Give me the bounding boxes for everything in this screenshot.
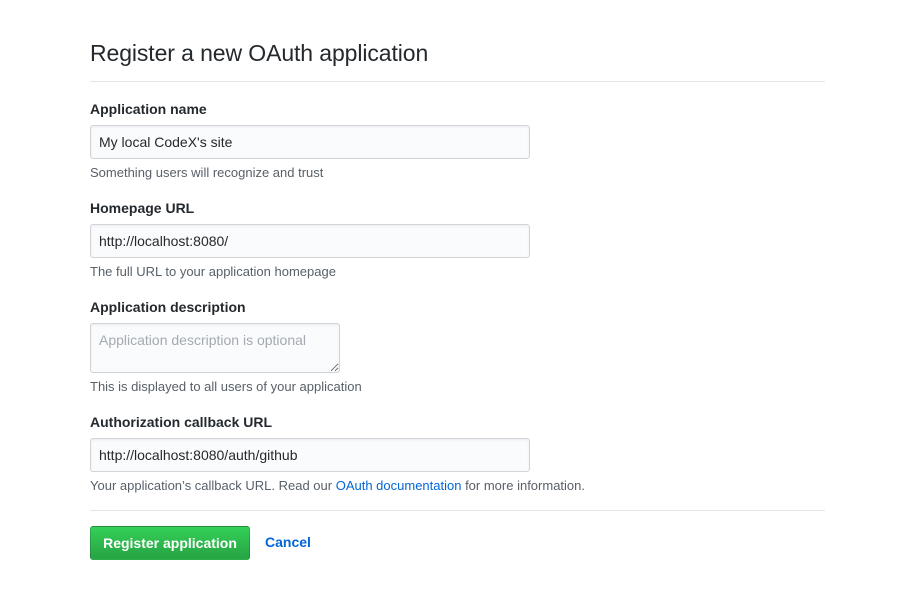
app-description-textarea[interactable] [90,323,340,373]
app-description-note: This is displayed to all users of your a… [90,379,362,394]
cancel-link[interactable]: Cancel [265,534,311,550]
callback-url-note: Your application’s callback URL. Read ou… [90,478,585,493]
homepage-url-note: The full URL to your application homepag… [90,264,336,279]
actions-divider [90,510,825,511]
homepage-url-label: Homepage URL [90,200,195,216]
app-name-label: Application name [90,101,207,117]
callback-url-label: Authorization callback URL [90,414,273,430]
page-title: Register a new OAuth application [90,40,429,66]
callback-url-input[interactable] [90,438,530,472]
register-application-button[interactable]: Register application [90,526,250,560]
callback-note-suffix: for more information. [461,478,585,493]
callback-note-prefix: Your application’s callback URL. Read ou… [90,478,336,493]
app-description-label: Application description [90,299,246,315]
title-divider [90,81,825,82]
oauth-documentation-link[interactable]: OAuth documentation [336,478,462,493]
app-name-note: Something users will recognize and trust [90,165,324,180]
app-name-input[interactable] [90,125,530,159]
homepage-url-input[interactable] [90,224,530,258]
